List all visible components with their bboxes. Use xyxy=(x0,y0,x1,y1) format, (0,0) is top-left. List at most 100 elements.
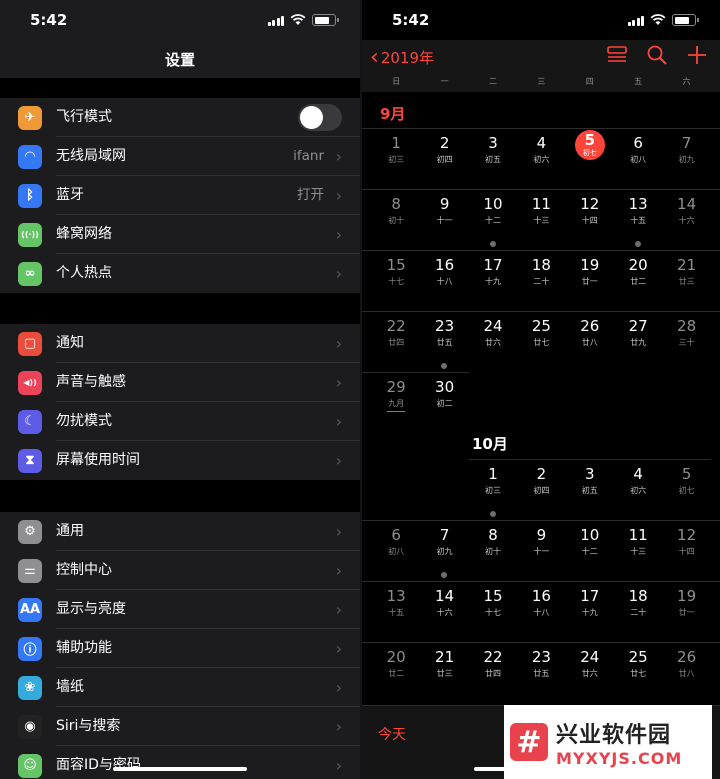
calendar-day[interactable]: 10 十二 xyxy=(566,526,614,557)
calendar-day[interactable]: 13 十五 xyxy=(614,195,662,247)
calendar-day[interactable]: 14 十六 xyxy=(420,587,468,618)
back-to-year-button[interactable]: ‹ 2019年 xyxy=(370,44,434,70)
calendar-day[interactable]: 24 廿六 xyxy=(469,317,517,348)
wifi-icon: ◠ xyxy=(18,144,42,169)
search-icon[interactable] xyxy=(646,44,668,66)
calendar-day[interactable]: 22 廿四 xyxy=(372,317,420,348)
calendar-day[interactable]: 17 十九 xyxy=(469,256,517,287)
settings-row[interactable]: ☾ 勿扰模式 › xyxy=(0,402,360,441)
calendar-pane: 5:42 ‹ 2019年 日一二三四五六 9月 1 初三 2 初四 3 初五 4 初六 5 初七 6 初… xyxy=(362,0,720,779)
add-icon[interactable] xyxy=(686,44,708,66)
calendar-day[interactable]: 9 十一 xyxy=(420,195,468,226)
list-view-icon[interactable] xyxy=(606,44,628,66)
calendar-day[interactable]: 20 廿二 xyxy=(372,648,420,679)
lunar-date: 廿七 xyxy=(630,669,647,678)
calendar-day[interactable]: 28 三十 xyxy=(662,317,710,348)
calendar-week: 22 廿四 23 廿五 24 廿六 25 廿七 26 廿八 27 廿九 28 三十 xyxy=(362,311,720,372)
day-number: 12 xyxy=(580,195,600,213)
settings-row[interactable]: ⚌ 控制中心 › xyxy=(0,551,360,590)
airplane-mode-toggle[interactable] xyxy=(298,104,342,131)
settings-row[interactable]: ⓘ 辅助功能 › xyxy=(0,629,360,668)
calendar-day[interactable]: 5 初七 xyxy=(566,130,614,160)
calendar-day[interactable]: 19 廿一 xyxy=(662,587,710,618)
calendar-day[interactable]: 11 十三 xyxy=(517,195,565,226)
day-number: 7 xyxy=(439,526,450,544)
lunar-date: 廿一 xyxy=(581,277,598,286)
calendar-day[interactable]: 23 廿五 xyxy=(420,317,468,369)
battery-icon xyxy=(672,14,699,26)
settings-row[interactable]: AA 显示与亮度 › xyxy=(0,590,360,629)
calendar-day[interactable]: 15 十七 xyxy=(469,587,517,618)
settings-row-label: 面容ID与密码 xyxy=(56,757,141,773)
calendar-day[interactable]: 16 十八 xyxy=(420,256,468,287)
settings-row[interactable]: ❀ 墙纸 › xyxy=(0,668,360,707)
calendar-day[interactable]: 3 初五 xyxy=(566,465,614,496)
calendar-day[interactable]: 5 初七 xyxy=(662,465,710,496)
calendar-day[interactable]: 26 廿八 xyxy=(566,317,614,348)
calendar-day[interactable]: 23 廿五 xyxy=(517,648,565,679)
lunar-date: 初三 xyxy=(484,486,501,495)
calendar-day[interactable]: 8 初十 xyxy=(372,195,420,226)
calendar-day[interactable]: 25 廿七 xyxy=(517,317,565,348)
calendar-day[interactable]: 9 十一 xyxy=(517,526,565,557)
calendar-day[interactable]: 13 十五 xyxy=(372,587,420,618)
calendar-day[interactable]: 25 廿七 xyxy=(614,648,662,679)
settings-row[interactable]: ᛒ 蓝牙 打开 › xyxy=(0,176,360,215)
settings-row[interactable]: ∞ 个人热点 › xyxy=(0,254,360,293)
settings-row[interactable]: ☺ 面容ID与密码 › xyxy=(0,746,360,779)
day-number: 13 xyxy=(386,587,406,605)
settings-row[interactable]: ⚙ 通用 › xyxy=(0,512,360,551)
calendar-day[interactable]: 24 廿六 xyxy=(566,648,614,679)
settings-row[interactable]: ⧗ 屏幕使用时间 › xyxy=(0,441,360,480)
lunar-date: 廿三 xyxy=(678,277,695,286)
settings-row[interactable]: ◠ 无线局域网 ifanr › xyxy=(0,137,360,176)
calendar-day[interactable]: 30 初二 xyxy=(420,378,468,409)
day-number: 25 xyxy=(628,648,648,666)
day-number: 20 xyxy=(628,256,648,274)
settings-row[interactable]: ▢ 通知 › xyxy=(0,324,360,363)
home-indicator[interactable] xyxy=(113,767,247,771)
calendar-day[interactable]: 19 廿一 xyxy=(566,256,614,287)
calendar-day[interactable]: 8 初十 xyxy=(469,526,517,557)
chevron-left-icon: ‹ xyxy=(370,44,379,70)
today-button[interactable]: 今天 xyxy=(378,724,406,744)
calendar-day[interactable]: 21 廿三 xyxy=(420,648,468,679)
calendar-day[interactable]: 15 十七 xyxy=(372,256,420,287)
calendar-day[interactable]: 7 初九 xyxy=(420,526,468,578)
calendar-day[interactable]: 16 十八 xyxy=(517,587,565,618)
calendar-day[interactable]: 6 初八 xyxy=(372,526,420,557)
settings-row[interactable]: ◉ Siri与搜索 › xyxy=(0,707,360,746)
calendar-day[interactable]: 26 廿八 xyxy=(662,648,710,679)
calendar-day[interactable]: 29 九月 xyxy=(372,378,420,412)
calendar-day[interactable]: 12 十四 xyxy=(662,526,710,557)
calendar-day[interactable]: 4 初六 xyxy=(614,465,662,496)
calendar-day[interactable]: 20 廿二 xyxy=(614,256,662,287)
calendar-day[interactable]: 1 初三 xyxy=(372,134,420,165)
calendar-day[interactable]: 17 十九 xyxy=(566,587,614,618)
calendar-day[interactable]: 18 二十 xyxy=(614,587,662,618)
settings-row[interactable]: ◀)) 声音与触感 › xyxy=(0,363,360,402)
calendar-day[interactable]: 2 初四 xyxy=(420,134,468,165)
calendar-day[interactable]: 1 初三 xyxy=(469,465,517,517)
calendar-day[interactable]: 12 十四 xyxy=(566,195,614,226)
calendar-day[interactable]: 18 二十 xyxy=(517,256,565,287)
settings-row[interactable]: ✈ 飞行模式 xyxy=(0,98,360,137)
week-separator xyxy=(362,520,720,521)
calendar-day[interactable]: 11 十三 xyxy=(614,526,662,557)
calendar-day[interactable]: 4 初六 xyxy=(517,134,565,165)
settings-row[interactable]: ((·)) 蜂窝网络 › xyxy=(0,215,360,254)
calendar-day[interactable]: 2 初四 xyxy=(517,465,565,496)
calendar-day[interactable]: 3 初五 xyxy=(469,134,517,165)
calendar-day[interactable]: 7 初九 xyxy=(662,134,710,165)
calendar-day[interactable]: 6 初八 xyxy=(614,134,662,165)
calendar-week: 13 十五 14 十六 15 十七 16 十八 17 十九 18 二十 19 廿一 xyxy=(362,581,720,642)
calendar-day[interactable]: 21 廿三 xyxy=(662,256,710,287)
lunar-date: 廿一 xyxy=(678,608,695,617)
calendar-day[interactable]: 27 廿九 xyxy=(614,317,662,348)
day-number: 21 xyxy=(677,256,697,274)
calendar-day[interactable]: 10 十二 xyxy=(469,195,517,247)
accessibility-icon: ⓘ xyxy=(18,636,42,661)
calendar-day[interactable]: 14 十六 xyxy=(662,195,710,226)
calendar-day[interactable]: 22 廿四 xyxy=(469,648,517,679)
day-number: 16 xyxy=(435,256,455,274)
